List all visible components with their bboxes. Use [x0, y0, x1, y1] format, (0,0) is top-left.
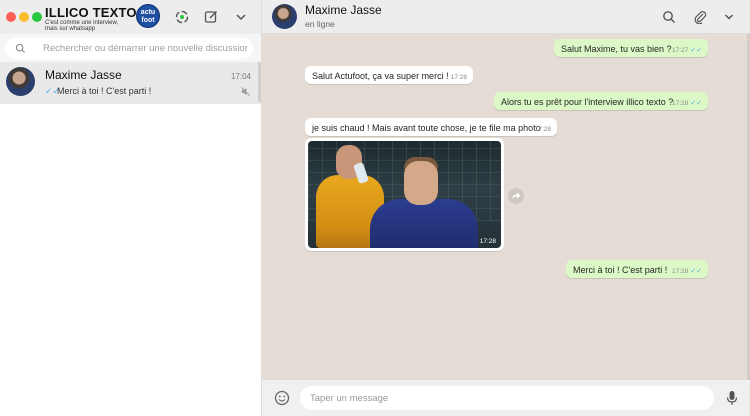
search-icon — [15, 43, 26, 54]
minimize-window-button[interactable] — [19, 12, 29, 22]
chat-preview: Merci à toi ! C'est parti ! — [57, 86, 152, 96]
outgoing-message[interactable]: Alors tu es prêt pour l'interview illico… — [494, 92, 708, 110]
photo-message[interactable]: 17:28 — [305, 138, 504, 251]
chat-time: 17:04 — [230, 72, 251, 81]
outgoing-message[interactable]: Salut Maxime, tu vas bien ? 17:27 ✓✓ — [554, 39, 708, 57]
search-bar — [0, 34, 261, 62]
app-title: ILLICO TEXTO — [45, 5, 137, 20]
player-photo[interactable]: 17:28 — [308, 141, 501, 248]
message-text: Salut Actufoot, ça va super merci ! — [312, 71, 449, 81]
outgoing-message[interactable]: Merci à toi ! C'est parti ! 17:28 ✓✓ — [566, 260, 708, 278]
app-header: ILLICO TEXTO C'est comme une interview, … — [0, 0, 261, 34]
incoming-message[interactable]: je suis chaud ! Mais avant toute chose, … — [305, 118, 557, 136]
app-subtitle: C'est comme une interview, mais sur what… — [45, 20, 119, 32]
message-text: Merci à toi ! C'est parti ! — [573, 265, 668, 275]
message-time: 17:28 — [671, 100, 689, 107]
contact-name[interactable]: Maxime Jasse — [305, 3, 382, 17]
avatar — [6, 67, 35, 96]
conversation-pane: Maxime Jasse en ligne Salut Maxime, tu v… — [262, 0, 750, 416]
chat-list-pane: ILLICO TEXTO C'est comme une interview, … — [0, 0, 262, 416]
chevron-down-icon[interactable] — [722, 10, 736, 24]
close-window-button[interactable] — [6, 12, 16, 22]
mic-icon[interactable] — [725, 390, 739, 406]
read-ticks-icon: ✓✓ — [690, 100, 702, 107]
compose-icon[interactable] — [203, 9, 219, 25]
read-ticks-icon: ✓✓ — [690, 47, 702, 54]
contact-avatar[interactable] — [272, 4, 297, 29]
chat-list-scrollbar[interactable] — [258, 62, 261, 102]
message-meta: 17:28 ✓✓ — [672, 99, 702, 107]
paperclip-icon[interactable] — [693, 10, 707, 24]
search-input[interactable] — [43, 38, 248, 59]
contact-status: en ligne — [305, 19, 335, 29]
message-list[interactable]: Salut Maxime, tu vas bien ? 17:27 ✓✓ Salu… — [262, 34, 750, 380]
player-figure — [370, 199, 478, 248]
message-text: je suis chaud ! Mais avant toute chose, … — [312, 123, 541, 133]
read-ticks-icon: ✓✓ — [690, 268, 702, 275]
message-time: 17:28 — [534, 126, 551, 133]
message-meta: 17:27 ✓✓ — [672, 46, 702, 54]
chevron-down-icon[interactable] — [233, 9, 249, 25]
chat-contact-name: Maxime Jasse — [45, 68, 122, 82]
emoji-icon[interactable] — [274, 390, 290, 406]
message-time: 17:28 — [450, 74, 467, 81]
brand-logo: actu foot — [136, 4, 160, 28]
message-input[interactable] — [300, 386, 714, 410]
status-icon[interactable] — [174, 9, 190, 25]
chat-list-item[interactable]: Maxime Jasse 17:04 ✓✓ Merci à toi ! C'es… — [0, 62, 261, 104]
message-text: Alors tu es prêt pour l'interview illico… — [501, 97, 674, 107]
player-head — [404, 161, 438, 205]
message-composer — [262, 380, 750, 416]
maximize-window-button[interactable] — [32, 12, 42, 22]
message-text: Salut Maxime, tu vas bien ? — [561, 44, 672, 54]
message-time: 17:28 — [671, 268, 689, 275]
forward-icon[interactable] — [508, 188, 524, 204]
conversation-header: Maxime Jasse en ligne — [262, 0, 750, 34]
search-icon[interactable] — [662, 10, 676, 24]
message-meta: 17:28 ✓✓ — [672, 267, 702, 275]
message-time: 17:28 — [479, 238, 496, 245]
mute-icon — [241, 87, 250, 96]
incoming-message[interactable]: Salut Actufoot, ça va super merci ! 17:2… — [305, 66, 473, 84]
search-box — [5, 38, 253, 59]
message-time: 17:27 — [671, 47, 689, 54]
